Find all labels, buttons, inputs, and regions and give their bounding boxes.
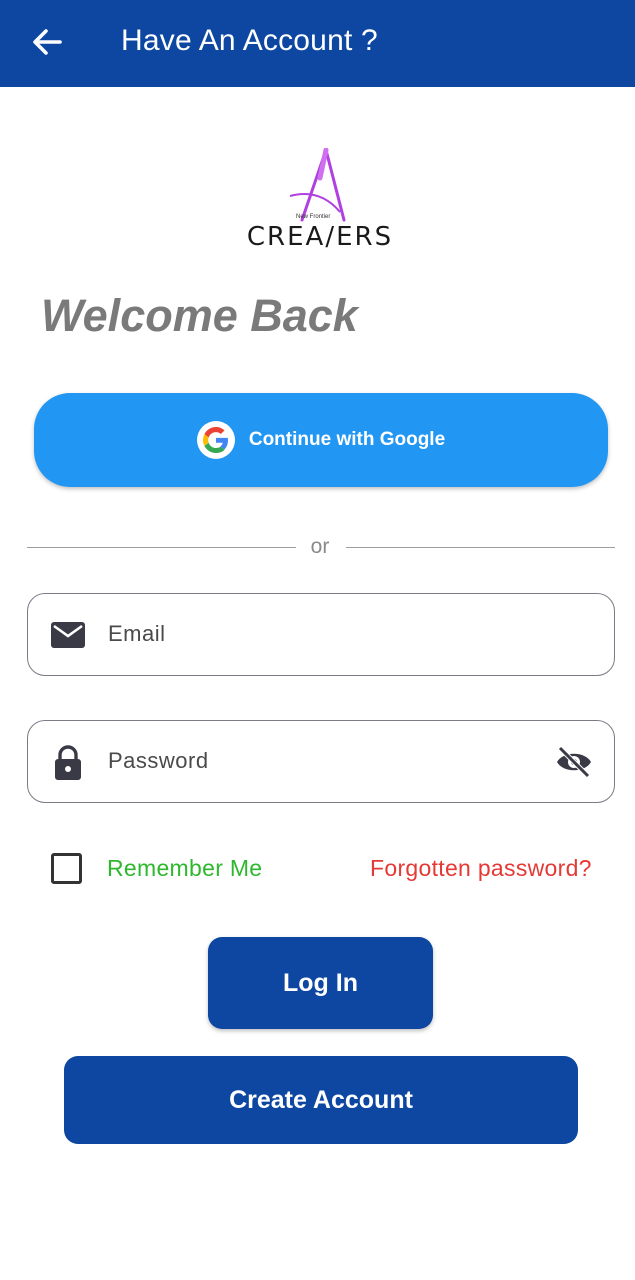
logo-tagline: New Frontier: [296, 214, 331, 220]
app-bar: Have An Account ?: [0, 0, 635, 87]
login-button[interactable]: Log In: [208, 937, 433, 1029]
app-logo: New Frontier CREA/ERS: [240, 148, 400, 252]
eye-off-icon: [557, 746, 591, 778]
continue-with-google-button[interactable]: Continue with Google: [34, 393, 608, 487]
logo-wordmark: CREA/ERS: [246, 222, 394, 252]
divider-left: [27, 547, 296, 548]
password-input[interactable]: [108, 721, 548, 801]
toggle-password-visibility-button[interactable]: [554, 743, 594, 781]
page-title: Have An Account ?: [121, 24, 378, 57]
divider-or: or: [310, 535, 330, 558]
welcome-heading: Welcome Back: [41, 290, 358, 341]
google-icon: [202, 427, 228, 453]
remember-me-checkbox[interactable]: [51, 853, 82, 884]
email-input[interactable]: [108, 594, 548, 674]
mail-icon: [51, 622, 85, 648]
google-icon-badge: [196, 421, 235, 459]
divider-right: [346, 547, 615, 548]
create-account-button[interactable]: Create Account: [64, 1056, 578, 1144]
forgot-password-link[interactable]: Forgotten password?: [370, 855, 592, 882]
back-button[interactable]: [26, 22, 68, 62]
password-field[interactable]: [27, 720, 615, 803]
email-field[interactable]: [27, 593, 615, 676]
google-button-label: Continue with Google: [248, 429, 446, 450]
lock-icon: [55, 745, 81, 780]
arrow-left-icon: [33, 29, 62, 55]
remember-me-label[interactable]: Remember Me: [107, 855, 262, 882]
